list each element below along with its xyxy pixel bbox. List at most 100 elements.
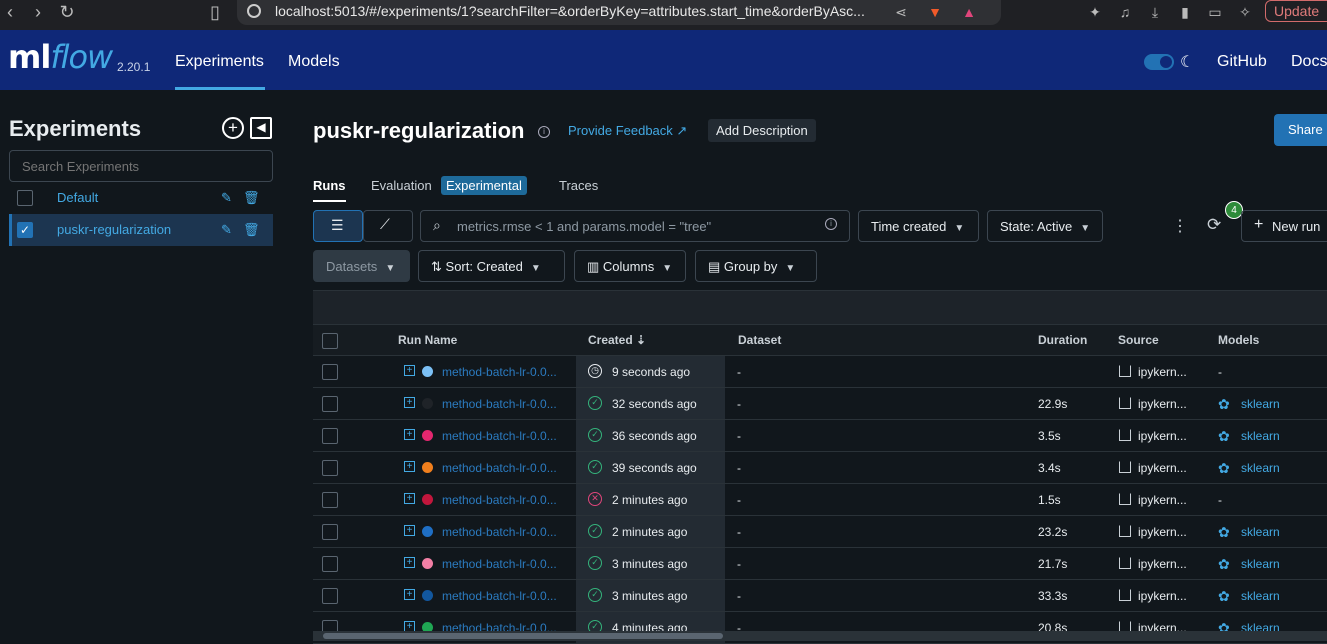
table-row[interactable]: + method-batch-lr-0.0... ◷ 9 seconds ago… — [313, 356, 1327, 388]
sidebar-item-default[interactable]: Default ✎ 🗑 — [9, 182, 273, 214]
run-name-link[interactable]: method-batch-lr-0.0... — [442, 525, 557, 539]
back-icon[interactable]: ‹ — [0, 3, 20, 23]
source-cell[interactable]: ipykern... — [1138, 557, 1187, 571]
provide-feedback-link[interactable]: Provide Feedback ↗ — [568, 123, 687, 139]
edit-icon[interactable]: ✎ — [221, 190, 232, 206]
reload-icon[interactable]: ↻ — [57, 3, 77, 23]
run-color-dot[interactable] — [422, 526, 433, 537]
source-cell[interactable]: ipykern... — [1138, 525, 1187, 539]
url-text[interactable]: localhost:5013/#/experiments/1?searchFil… — [275, 3, 885, 19]
chart-view-button[interactable]: ⟋ — [363, 210, 413, 242]
row-checkbox[interactable] — [322, 460, 338, 476]
columns-dropdown[interactable]: ▥ Columns ▼ — [574, 250, 686, 282]
row-checkbox[interactable] — [322, 492, 338, 508]
row-checkbox[interactable] — [322, 524, 338, 540]
site-info-icon[interactable] — [247, 4, 261, 18]
model-link[interactable]: sklearn — [1241, 429, 1280, 443]
more-options-icon[interactable]: ⋮ — [1172, 216, 1188, 236]
header-models[interactable]: Models — [1218, 333, 1259, 347]
table-view-button[interactable]: ☰ — [313, 210, 363, 242]
select-all-checkbox[interactable] — [322, 333, 338, 349]
header-run-name[interactable]: Run Name — [398, 333, 457, 347]
download-icon[interactable]: ⤓ — [1145, 3, 1165, 23]
sidebar-toggle-icon[interactable]: ▮ — [1175, 3, 1195, 23]
tab-evaluation[interactable]: Evaluation — [371, 178, 432, 193]
forward-icon[interactable]: › — [28, 3, 48, 23]
expand-icon[interactable]: + — [404, 589, 415, 600]
run-color-dot[interactable] — [422, 366, 433, 377]
source-cell[interactable]: ipykern... — [1138, 461, 1187, 475]
row-checkbox[interactable] — [322, 396, 338, 412]
refresh-icon[interactable]: ⟳ — [1207, 215, 1221, 235]
wallet-icon[interactable]: ▭ — [1205, 3, 1225, 23]
header-created[interactable]: Created ⇣ — [588, 333, 646, 347]
run-color-dot[interactable] — [422, 494, 433, 505]
tab-runs[interactable]: Runs — [313, 178, 346, 193]
experiment-checkbox[interactable]: ✓ — [17, 222, 33, 238]
model-link[interactable]: sklearn — [1241, 397, 1280, 411]
sidebar-item-puskr-regularization[interactable]: ✓ puskr-regularization ✎ 🗑 — [9, 214, 273, 246]
scrollbar-thumb[interactable] — [323, 633, 723, 639]
table-row[interactable]: + method-batch-lr-0.0... ✓ 2 minutes ago… — [313, 516, 1327, 548]
run-color-dot[interactable] — [422, 590, 433, 601]
collapse-sidebar-icon[interactable]: ◀ — [250, 117, 272, 139]
run-name-link[interactable]: method-batch-lr-0.0... — [442, 365, 557, 379]
nav-experiments[interactable]: Experiments — [175, 53, 264, 71]
search-experiments-input[interactable] — [9, 150, 273, 182]
source-cell[interactable]: ipykern... — [1138, 589, 1187, 603]
row-checkbox[interactable] — [322, 364, 338, 380]
nav-docs[interactable]: Docs — [1291, 53, 1327, 71]
datasets-dropdown[interactable]: Datasets ▼ — [313, 250, 410, 282]
delete-icon[interactable]: 🗑 — [243, 222, 260, 238]
header-duration[interactable]: Duration — [1038, 333, 1087, 347]
experiment-name[interactable]: Default — [57, 190, 98, 205]
run-name-link[interactable]: method-batch-lr-0.0... — [442, 493, 557, 507]
source-cell[interactable]: ipykern... — [1138, 397, 1187, 411]
model-link[interactable]: sklearn — [1241, 461, 1280, 475]
expand-icon[interactable]: + — [404, 397, 415, 408]
nav-models[interactable]: Models — [288, 53, 340, 71]
new-run-button[interactable]: + New run — [1241, 210, 1327, 242]
table-row[interactable]: + method-batch-lr-0.0... ✓ 3 minutes ago… — [313, 548, 1327, 580]
media-icon[interactable]: ♫ — [1115, 3, 1135, 23]
row-checkbox[interactable] — [322, 428, 338, 444]
run-name-link[interactable]: method-batch-lr-0.0... — [442, 557, 557, 571]
share-page-icon[interactable]: ⋖ — [891, 3, 911, 23]
nav-github[interactable]: GitHub — [1217, 53, 1267, 71]
table-row[interactable]: + method-batch-lr-0.0... ✓ 39 seconds ag… — [313, 452, 1327, 484]
extensions-icon[interactable]: ✦ — [1085, 3, 1105, 23]
run-name-link[interactable]: method-batch-lr-0.0... — [442, 429, 557, 443]
group-by-dropdown[interactable]: ▤ Group by ▼ — [695, 250, 817, 282]
rewards-icon[interactable]: ▲ — [959, 3, 979, 23]
row-checkbox[interactable] — [322, 556, 338, 572]
model-link[interactable]: sklearn — [1241, 525, 1280, 539]
share-button[interactable]: Share — [1274, 114, 1327, 146]
header-source[interactable]: Source — [1118, 333, 1159, 347]
sort-dropdown[interactable]: ⇅ Sort: Created ▼ — [418, 250, 565, 282]
run-name-link[interactable]: method-batch-lr-0.0... — [442, 397, 557, 411]
state-dropdown[interactable]: State: Active ▼ — [987, 210, 1103, 242]
add-description-button[interactable]: Add Description — [708, 119, 816, 142]
delete-icon[interactable]: 🗑 — [243, 190, 260, 206]
edit-icon[interactable]: ✎ — [221, 222, 232, 238]
run-color-dot[interactable] — [422, 398, 433, 409]
update-button[interactable]: Update — [1265, 0, 1327, 22]
source-cell[interactable]: ipykern... — [1138, 429, 1187, 443]
brave-shield-icon[interactable]: ▼ — [925, 3, 945, 23]
source-cell[interactable]: ipykern... — [1138, 365, 1187, 379]
run-color-dot[interactable] — [422, 462, 433, 473]
bookmark-icon[interactable]: ▯ — [205, 3, 225, 23]
row-checkbox[interactable] — [322, 588, 338, 604]
experiment-checkbox[interactable] — [17, 190, 33, 206]
search-runs-input[interactable]: ⌕ metrics.rmse < 1 and params.model = "t… — [420, 210, 850, 242]
info-icon[interactable]: i — [538, 126, 550, 138]
model-link[interactable]: sklearn — [1241, 557, 1280, 571]
expand-icon[interactable]: + — [404, 429, 415, 440]
address-bar[interactable]: localhost:5013/#/experiments/1?searchFil… — [237, 0, 1001, 25]
experiment-name[interactable]: puskr-regularization — [57, 222, 171, 237]
expand-icon[interactable]: + — [404, 525, 415, 536]
leo-icon[interactable]: ✧ — [1235, 3, 1255, 23]
expand-icon[interactable]: + — [404, 365, 415, 376]
tab-traces[interactable]: Traces — [559, 178, 598, 193]
expand-icon[interactable]: + — [404, 493, 415, 504]
